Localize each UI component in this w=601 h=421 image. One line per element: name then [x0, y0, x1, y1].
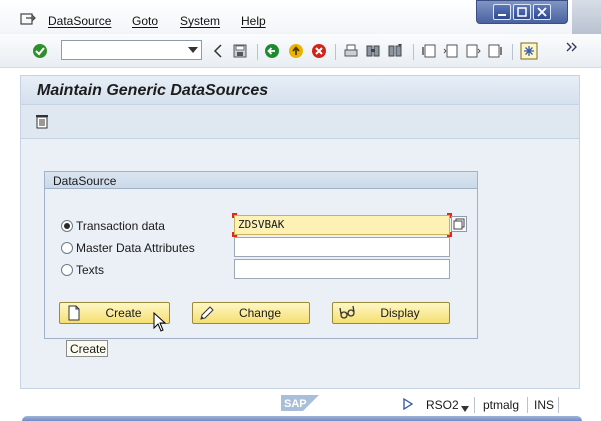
command-field[interactable]: [61, 40, 202, 60]
datasource-input-texts[interactable]: [234, 259, 450, 279]
status-separator: [558, 397, 559, 413]
radio-button[interactable]: [61, 220, 73, 232]
status-separator: [474, 397, 475, 413]
status-insert-mode[interactable]: INS: [534, 398, 554, 412]
minimize-icon[interactable]: [493, 4, 511, 20]
value-help-icon[interactable]: [451, 216, 467, 232]
change-button-label: Change: [238, 306, 282, 320]
display-button-label: Display: [380, 306, 420, 320]
radio-label: Master Data Attributes: [76, 241, 195, 255]
trash-icon[interactable]: [34, 113, 50, 129]
application-toolbar: [20, 105, 580, 139]
last-page-icon[interactable]: [486, 42, 504, 60]
change-button[interactable]: Change: [192, 302, 310, 324]
save-icon[interactable]: [231, 42, 249, 60]
radio-label: Texts: [76, 263, 105, 277]
group-title: DataSource: [53, 174, 117, 188]
toolbar-separator: [257, 44, 258, 60]
radio-button[interactable]: [61, 264, 73, 276]
previous-page-icon[interactable]: [442, 42, 460, 60]
exit-icon[interactable]: [287, 42, 305, 60]
status-separator: [527, 397, 528, 413]
print-icon[interactable]: [342, 42, 360, 60]
menu-icon[interactable]: [20, 12, 36, 26]
close-icon[interactable]: [533, 4, 551, 20]
toolbar-separator: [335, 44, 336, 60]
chevron-down-icon[interactable]: [461, 401, 469, 412]
next-page-icon[interactable]: [464, 42, 482, 60]
menu-bar: DataSource Goto System Help: [0, 0, 601, 34]
sap-logo: SAP: [281, 395, 319, 411]
display-button[interactable]: Display: [332, 302, 450, 324]
menu-item-goto[interactable]: Goto: [132, 14, 158, 28]
status-expand-icon[interactable]: [403, 397, 414, 411]
group-header: DataSource: [45, 172, 477, 189]
radio-label: Transaction data: [76, 219, 165, 233]
collapse-arrow-icon[interactable]: [209, 42, 227, 60]
window-controls: [476, 0, 568, 24]
datasource-input-transaction[interactable]: ZDSVBAK: [234, 215, 450, 235]
cancel-icon[interactable]: [310, 42, 328, 60]
window-edge: [572, 0, 601, 34]
menu-item-datasource[interactable]: DataSource: [48, 14, 111, 28]
radio-master-data-attributes[interactable]: Master Data Attributes: [61, 241, 195, 255]
command-dropdown-icon[interactable]: [187, 45, 199, 55]
title-bar: Maintain Generic DataSources: [20, 75, 580, 105]
page-title: Maintain Generic DataSources: [37, 82, 269, 99]
menu-item-system[interactable]: System: [180, 14, 220, 28]
focus-marker: [232, 213, 237, 218]
status-user: ptmalg: [483, 398, 520, 412]
find-next-icon[interactable]: [386, 42, 404, 60]
mouse-cursor-icon: [153, 311, 169, 332]
first-page-icon[interactable]: [420, 42, 438, 60]
maximize-icon[interactable]: [513, 4, 531, 20]
window-bottom-edge: [22, 416, 582, 421]
datasource-input-attributes[interactable]: [234, 237, 450, 257]
svg-text:SAP: SAP: [284, 398, 307, 410]
radio-transaction-data[interactable]: Transaction data: [61, 219, 165, 233]
more-icon[interactable]: [563, 38, 581, 56]
radio-button[interactable]: [61, 242, 73, 254]
menu-item-help[interactable]: Help: [241, 14, 266, 28]
find-icon[interactable]: [364, 42, 382, 60]
toolbar-separator: [512, 44, 513, 60]
status-transaction: RSO2: [426, 398, 459, 412]
toolbar-separator: [413, 44, 414, 60]
tooltip: Create: [66, 340, 108, 357]
layout-menu-icon[interactable]: [520, 42, 538, 60]
enter-checkmark-icon[interactable]: [31, 42, 49, 60]
back-icon[interactable]: [263, 42, 281, 60]
radio-texts[interactable]: Texts: [61, 263, 104, 277]
